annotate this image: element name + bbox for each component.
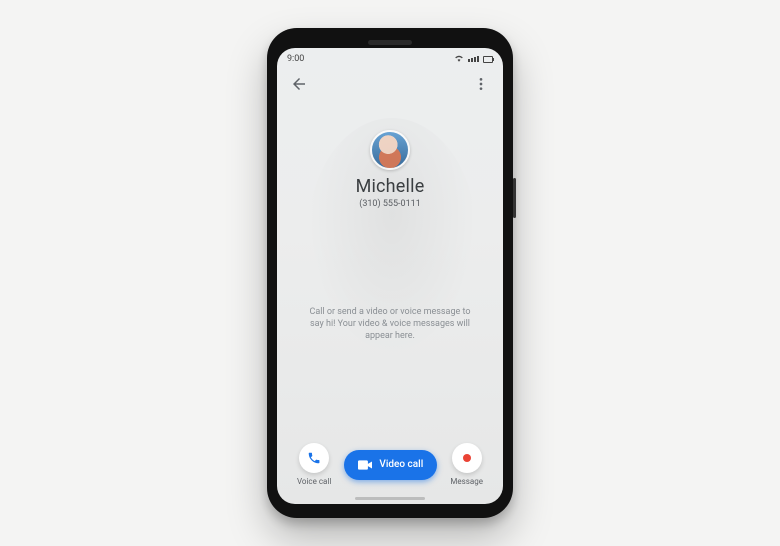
avatar[interactable]	[370, 130, 410, 170]
phone-frame: 9:00 Michelle	[267, 28, 513, 518]
status-time: 9:00	[287, 54, 304, 64]
wifi-icon	[454, 54, 464, 65]
app-bar	[277, 68, 503, 96]
background-portrait	[277, 48, 503, 504]
overflow-button[interactable]	[469, 72, 493, 96]
screen: 9:00 Michelle	[277, 48, 503, 504]
record-icon	[463, 454, 471, 462]
voice-call-button[interactable]	[299, 443, 329, 473]
voice-call-label: Voice call	[297, 477, 331, 486]
stage: 9:00 Michelle	[0, 0, 780, 546]
phone-icon	[307, 451, 321, 465]
phone-speaker	[368, 40, 412, 45]
nav-bar-handle[interactable]	[355, 497, 425, 500]
message-button[interactable]	[452, 443, 482, 473]
video-icon	[358, 460, 372, 470]
contact-name: Michelle	[356, 176, 425, 197]
status-right	[454, 54, 493, 65]
back-button[interactable]	[287, 72, 311, 96]
voice-call-group: Voice call	[297, 443, 331, 486]
action-row: Voice call Video call Message	[277, 443, 503, 486]
power-button	[513, 178, 516, 218]
more-vert-icon	[473, 76, 489, 92]
contact-header: Michelle (310) 555-0111	[277, 130, 503, 209]
arrow-left-icon	[290, 75, 308, 93]
signal-icon	[468, 56, 479, 62]
empty-state-hint: Call or send a video or voice message to…	[277, 306, 503, 342]
status-bar: 9:00	[277, 48, 503, 68]
message-label: Message	[450, 477, 483, 486]
video-call-button[interactable]: Video call	[344, 450, 437, 480]
battery-icon	[483, 56, 493, 63]
video-call-label: Video call	[379, 459, 423, 470]
contact-phone: (310) 555-0111	[359, 199, 421, 209]
message-group: Message	[450, 443, 483, 486]
